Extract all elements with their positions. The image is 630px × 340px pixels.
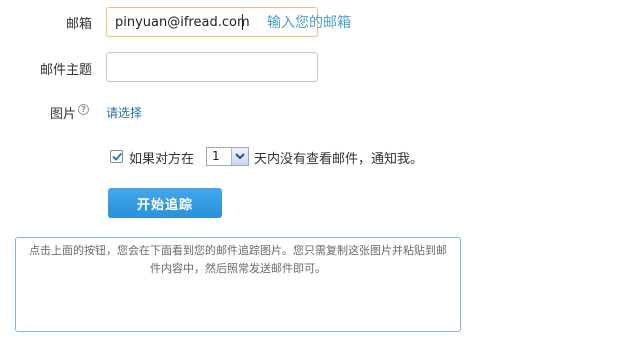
chevron-down-icon (235, 153, 245, 160)
email-label: 邮箱 (65, 17, 92, 32)
tracking-image-box: 点击上面的按钮，您会在下面看到您的邮件追踪图片。您只需复制这张图片并粘贴到邮件内… (15, 237, 461, 332)
select-arrow[interactable] (231, 148, 248, 165)
info-text: 点击上面的按钮，您会在下面看到您的邮件追踪图片。您只需复制这张图片并粘贴到邮件内… (29, 244, 447, 275)
subject-input[interactable] (106, 52, 318, 82)
notify-checkbox[interactable] (110, 150, 123, 163)
notify-prefix-text: 如果对方在 (129, 152, 195, 167)
subject-label: 邮件主题 (39, 63, 92, 78)
text-caret (242, 14, 243, 30)
image-label: 图片 (49, 107, 76, 122)
question-circle-icon[interactable]: ? (78, 104, 89, 115)
checkmark-icon (112, 153, 122, 161)
days-select[interactable]: 1 (206, 147, 249, 166)
days-select-value: 1 (212, 149, 220, 163)
select-image-link[interactable]: 请选择 (106, 104, 142, 121)
start-tracking-button[interactable]: 开始追踪 (108, 188, 222, 218)
notify-suffix-text: 天内没有查看邮件，通知我。 (254, 152, 424, 167)
email-hint: 输入您的邮箱 (267, 15, 351, 31)
